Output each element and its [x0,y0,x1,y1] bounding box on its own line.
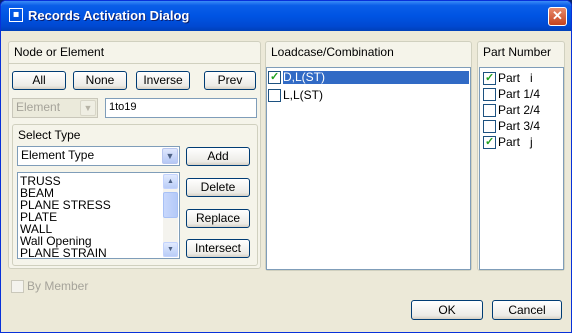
close-button[interactable]: ✕ [548,7,567,26]
dialog-title: Records Activation Dialog [28,8,190,23]
group-title-select-type: Select Type [18,128,81,142]
loadcase-item-label[interactable]: D,L(ST) [283,71,469,84]
intersect-button[interactable]: Intersect [186,239,250,258]
group-title-node-or-element: Node or Element [14,45,105,59]
loadcase-combination-group: Loadcase/Combination D,L(ST) L,L(ST) [265,41,472,271]
vertical-scrollbar[interactable]: ▲ ▼ [163,174,178,257]
group-title-loadcase: Loadcase/Combination [271,45,394,59]
select-type-combo[interactable]: Element Type ▼ [17,146,180,166]
records-activation-dialog: ▪ Records Activation Dialog ✕ Node or El… [0,0,572,333]
scroll-up-arrow-icon[interactable]: ▲ [163,174,178,189]
part-item-label[interactable]: Part j [498,136,533,149]
part-item-label[interactable]: Part 2/4 [498,104,540,117]
select-type-value: Element Type [21,148,95,162]
loadcase-checkbox[interactable] [268,70,281,84]
replace-button[interactable]: Replace [186,209,250,228]
node-or-element-group: Node or Element All None Inverse Prev El… [8,41,261,269]
part-item-label[interactable]: Part i [498,72,533,85]
list-item[interactable]: PLANE STRAIN [20,247,107,258]
group-title-part-number: Part Number [483,45,552,59]
scrollbar-thumb[interactable] [163,192,178,218]
scroll-down-arrow-icon[interactable]: ▼ [163,242,178,257]
part-number-list[interactable]: Part i Part 1/4 Part 2/4 Part 3/4 Part j [479,67,564,270]
prev-button[interactable]: Prev [204,71,256,90]
part-checkbox[interactable] [483,120,496,133]
inverse-button[interactable]: Inverse [136,71,190,90]
part-checkbox[interactable] [483,88,496,101]
part-checkbox[interactable] [483,71,496,85]
loadcase-checkbox[interactable] [268,89,281,102]
part-item-label[interactable]: Part 3/4 [498,120,540,133]
by-member-checkbox[interactable] [11,280,24,293]
part-checkbox[interactable] [483,104,496,117]
add-button[interactable]: Add [186,147,250,166]
none-button[interactable]: None [73,71,127,90]
node-element-type-combo[interactable]: Element ▼ [12,98,98,118]
title-bar[interactable]: ▪ Records Activation Dialog ✕ [1,1,571,31]
loadcase-list[interactable]: D,L(ST) L,L(ST) [266,67,471,270]
by-member-label: By Member [27,279,89,293]
app-icon: ▪ [9,8,23,22]
cancel-button[interactable]: Cancel [492,300,562,320]
chevron-down-icon: ▼ [162,148,178,164]
all-button[interactable]: All [12,71,66,90]
part-number-group: Part Number Part i Part 1/4 Part 2/4 Par… [477,41,565,271]
part-checkbox[interactable] [483,135,496,149]
chevron-down-icon: ▼ [80,100,96,116]
range-input[interactable]: 1to19 [105,98,257,118]
node-element-type-value: Element [16,100,61,114]
group-divider [9,63,260,64]
ok-button[interactable]: OK [411,300,483,320]
delete-button[interactable]: Delete [186,178,250,197]
select-type-group: Select Type Element Type ▼ TRUSS BEAM PL… [12,124,258,266]
loadcase-item-label[interactable]: L,L(ST) [283,89,323,102]
part-item-label[interactable]: Part 1/4 [498,88,540,101]
element-type-list[interactable]: TRUSS BEAM PLANE STRESS PLATE WALL Wall … [17,172,180,259]
